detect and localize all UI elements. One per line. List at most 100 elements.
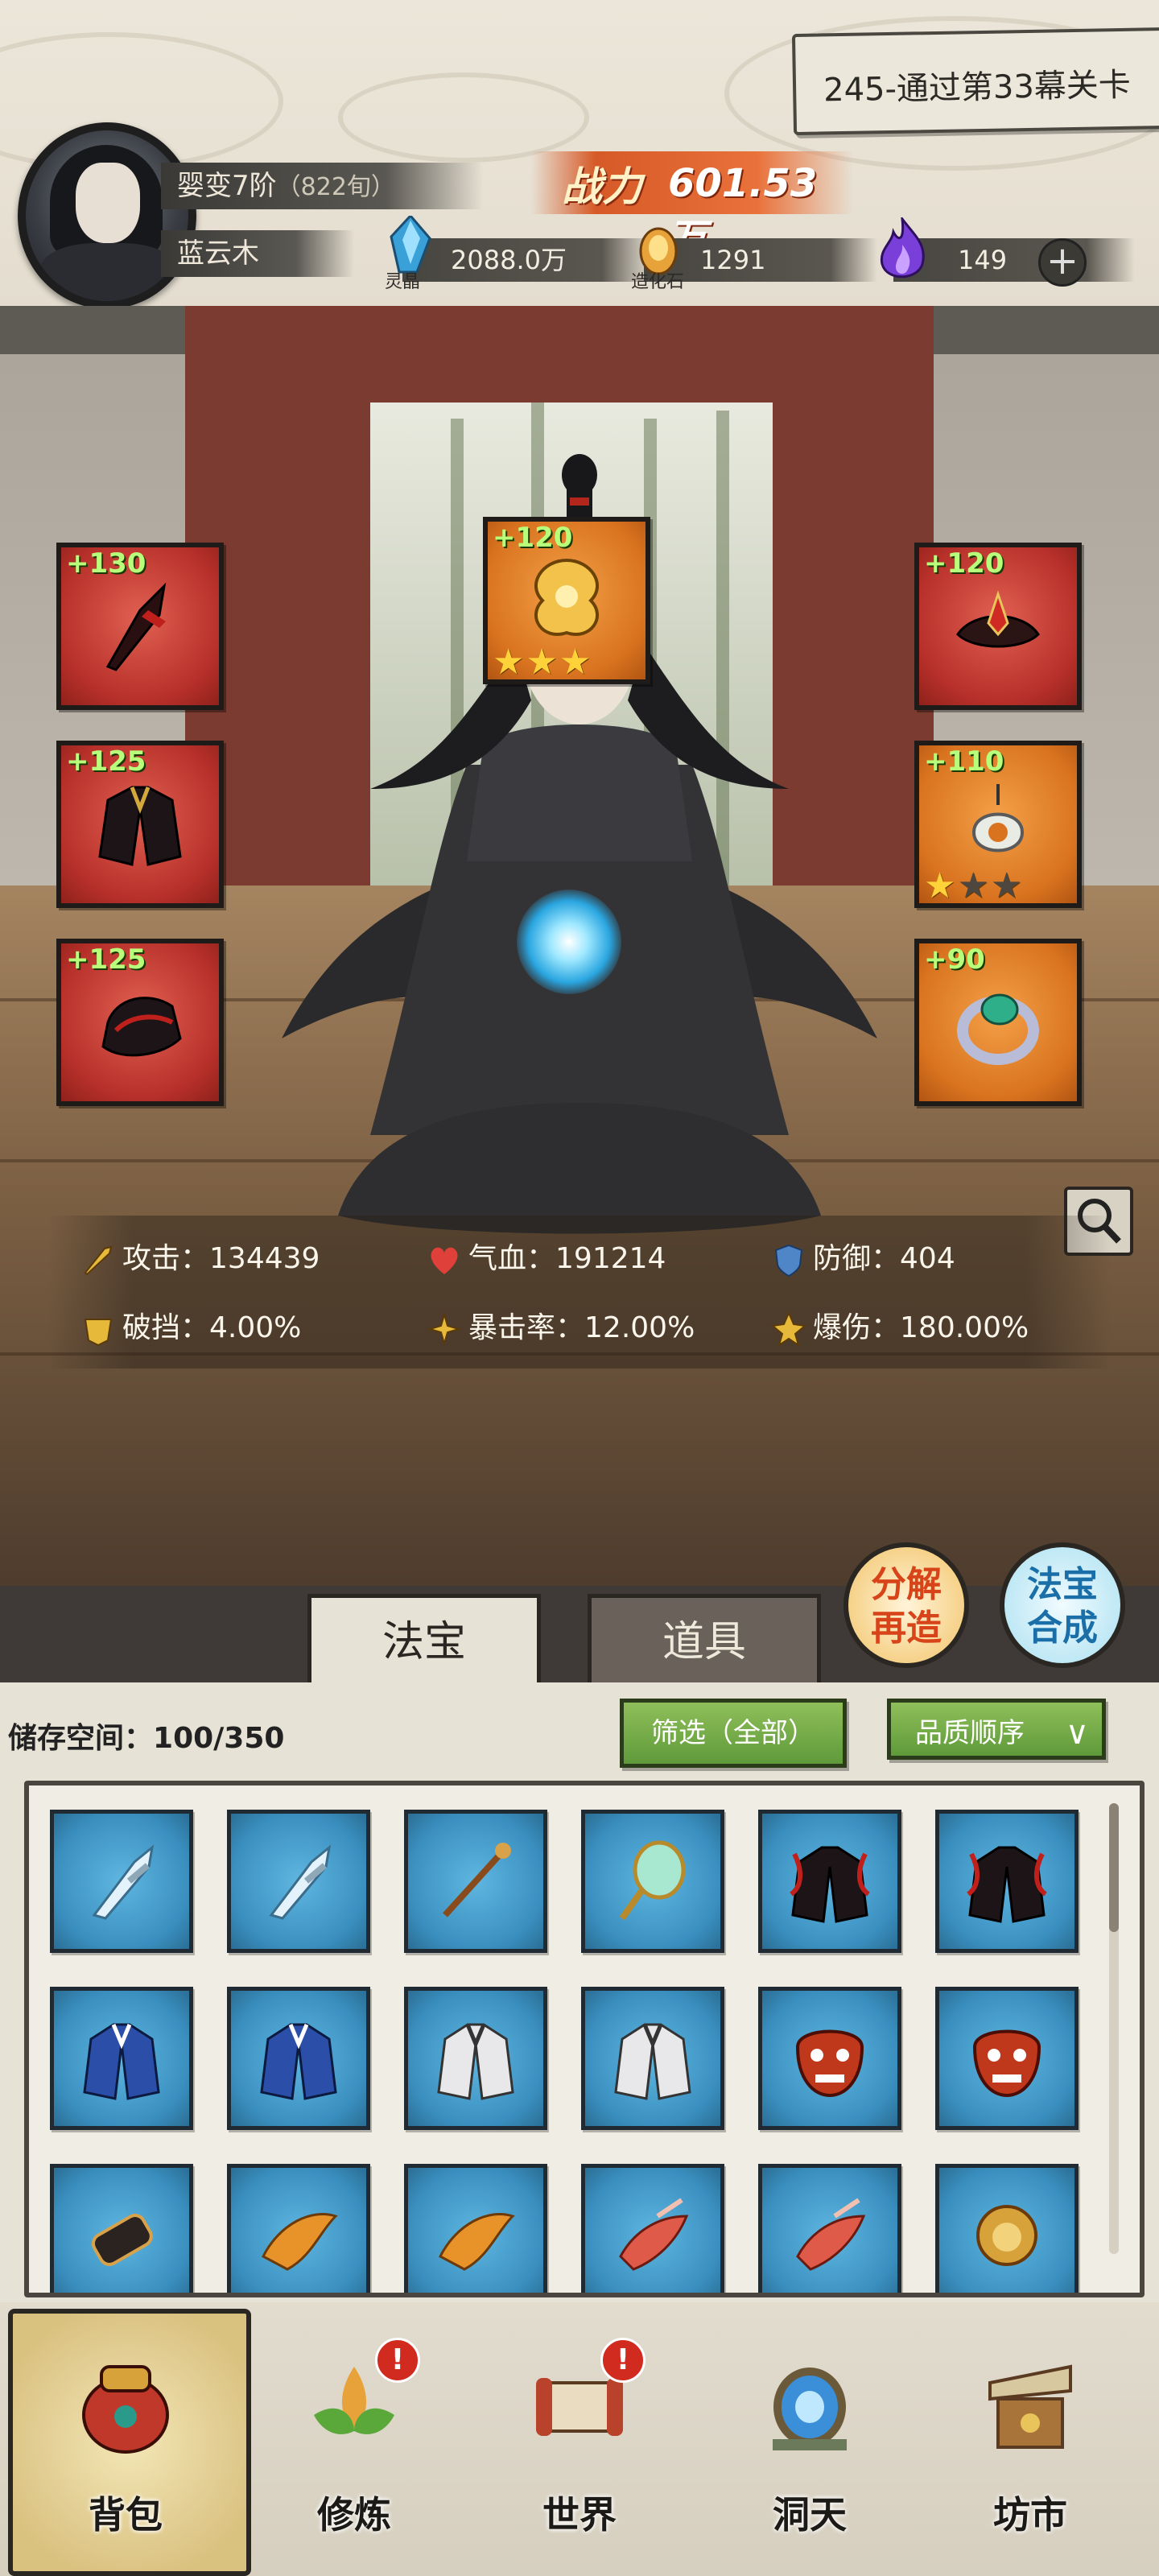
chevron-down-icon: ∨	[1065, 1715, 1089, 1752]
nav-cave-heaven[interactable]: 洞天	[705, 2318, 914, 2560]
phoenix-boot-icon	[439, 2212, 515, 2271]
gauntlet-icon	[91, 2214, 153, 2266]
stat-crit-rate: 暴击率：12.00%	[427, 1304, 695, 1352]
stat-break-block: 破挡：4.00%	[80, 1304, 301, 1352]
star-rating: ★★★	[493, 642, 593, 683]
resource-crystal: 2088.0万	[402, 238, 652, 282]
decompose-label-1: 分解	[871, 1564, 942, 1605]
spirit-orb	[517, 890, 621, 994]
market-stall-icon	[988, 2364, 1072, 2449]
nav-world[interactable]: 世界	[475, 2318, 684, 2560]
storage-capacity: 储存空间：100/350	[8, 1715, 284, 1757]
inventory-slot[interactable]	[50, 1987, 193, 2130]
red-dark-robe-icon	[967, 1846, 1047, 1923]
equip-slot-ring[interactable]: +90	[914, 939, 1082, 1106]
combat-power: 战力 601.53万	[531, 151, 853, 261]
avatar-face	[76, 163, 140, 243]
resource-value: 149	[958, 245, 1008, 275]
inventory-slot[interactable]	[581, 1810, 724, 1953]
inventory-slot[interactable]	[404, 1987, 547, 2130]
demon-mask-icon	[795, 2029, 864, 2098]
inventory-slot[interactable]	[404, 1810, 547, 1953]
sort-dropdown[interactable]: 品质顺序 ∨	[887, 1699, 1106, 1760]
emerald-ring-icon	[957, 993, 1039, 1065]
realm-text: 婴变7阶	[177, 170, 277, 202]
ice-sword-icon	[92, 1844, 155, 1920]
nav-label: 世界	[542, 2493, 617, 2537]
crown-icon	[956, 590, 1040, 648]
red-dark-robe-icon	[790, 1846, 870, 1923]
backpack-icon	[82, 2365, 169, 2454]
equip-level: +125	[66, 745, 146, 778]
golden-dragon-icon	[534, 558, 600, 636]
inventory-slot[interactable]	[227, 2164, 370, 2293]
tab-treasure[interactable]: 法宝	[307, 1594, 541, 1686]
inventory-grid[interactable]	[24, 1781, 1145, 2297]
blue-robe-icon	[83, 2023, 160, 2100]
phoenix-boot-icon	[262, 2212, 338, 2271]
white-robe-icon	[437, 2023, 514, 2100]
inventory-slot[interactable]	[581, 2164, 724, 2293]
equip-slot-headpiece[interactable]: +120	[914, 543, 1082, 710]
nav-cultivate[interactable]: 修炼	[250, 2318, 459, 2560]
inventory-slot[interactable]	[227, 1987, 370, 2130]
synthesize-label-1: 法宝	[1027, 1564, 1098, 1605]
decompose-button[interactable]: 分解 再造	[843, 1542, 969, 1668]
inventory-slot[interactable]	[50, 1810, 193, 1953]
equip-level: +90	[924, 943, 985, 976]
storage-value: 100/350	[153, 1722, 285, 1755]
quest-text: 245-通过第33幕关卡	[823, 66, 1132, 109]
inventory-slot[interactable]	[404, 2164, 547, 2293]
crit-rate-icon	[427, 1311, 462, 1347]
inventory-slot[interactable]	[935, 1810, 1079, 1953]
equip-slot-pendant[interactable]: +110 ★★★	[914, 741, 1082, 908]
equip-slot-treasure[interactable]: +120 ★★★	[483, 517, 650, 684]
white-robe-icon	[614, 2023, 691, 2100]
dagger-icon	[105, 582, 167, 671]
nav-market[interactable]: 坊市	[926, 2318, 1135, 2560]
synthesize-button[interactable]: 法宝 合成	[1000, 1542, 1125, 1668]
equip-slot-weapon[interactable]: +130	[56, 543, 224, 710]
nav-label: 背包	[89, 2493, 163, 2537]
inventory-slot[interactable]	[758, 2164, 901, 2293]
resource-value: 1291	[700, 245, 766, 275]
portal-icon	[773, 2368, 847, 2450]
star-rating: ★★★	[924, 865, 1025, 906]
ice-sword-icon	[269, 1844, 332, 1920]
sort-label: 品质顺序	[915, 1717, 1025, 1749]
notification-badge: !	[600, 2338, 645, 2383]
notification-badge: !	[375, 2338, 420, 2383]
synthesize-label-2: 合成	[1027, 1608, 1098, 1649]
inventory-slot[interactable]	[50, 2164, 193, 2293]
boots-icon	[101, 997, 182, 1057]
equip-level: +110	[924, 745, 1004, 778]
golden-lion-icon	[976, 2205, 1037, 2266]
jade-mirror-icon	[619, 1840, 686, 1921]
equip-slot-armor[interactable]: +125	[56, 741, 224, 908]
tab-items[interactable]: 道具	[588, 1594, 821, 1686]
blue-robe-icon	[260, 2023, 337, 2100]
add-resource-button[interactable]: +	[1038, 238, 1087, 287]
crit-damage-icon	[770, 1311, 807, 1348]
filter-button[interactable]: 筛选（全部）	[620, 1699, 847, 1768]
resource-label: 造化石	[631, 272, 685, 292]
equip-slot-boots[interactable]: +125	[56, 939, 224, 1106]
inventory-slot[interactable]	[935, 2164, 1079, 2293]
player-avatar[interactable]	[18, 122, 196, 309]
inventory-slot[interactable]	[935, 1987, 1079, 2130]
nav-backpack[interactable]: 背包	[21, 2318, 230, 2560]
inventory-scroll-thumb[interactable]	[1109, 1803, 1119, 1932]
nav-label: 修炼	[317, 2493, 391, 2537]
cloud-decoration	[338, 72, 589, 163]
avatar-body	[40, 243, 177, 301]
inventory-slot[interactable]	[581, 1987, 724, 2130]
equip-level: +130	[66, 547, 146, 580]
inventory-slot[interactable]	[758, 1987, 901, 2130]
quest-banner[interactable]: 245-通过第33幕关卡	[791, 27, 1159, 136]
player-name: 蓝云木	[177, 237, 259, 270]
feather-boot-icon	[796, 2198, 866, 2271]
inventory-slot[interactable]	[227, 1810, 370, 1953]
nav-label: 坊市	[993, 2493, 1067, 2537]
inventory-slot[interactable]	[758, 1810, 901, 1953]
sword-icon	[80, 1242, 116, 1278]
